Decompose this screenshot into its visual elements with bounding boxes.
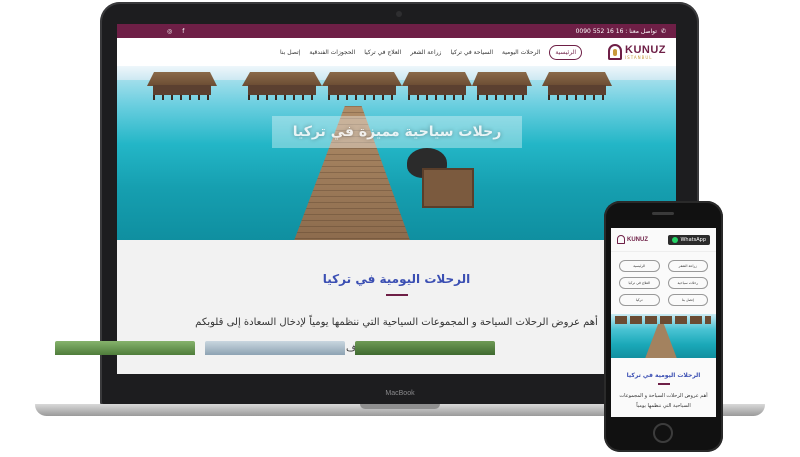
hero-title: رحلات سياحية مميزة في تركيا <box>272 116 522 148</box>
whatsapp-button[interactable]: WhatsApp <box>668 234 710 245</box>
bungalow <box>322 72 402 100</box>
phone-home-button[interactable] <box>653 423 673 443</box>
nav-item-contact[interactable]: إتصل بنا <box>280 49 300 56</box>
nav-item-daily-trips[interactable]: الرحلات اليومية <box>502 49 540 56</box>
phone-section-text: أهم عروض الرحلات السياحة و المجموعات الس… <box>619 392 708 409</box>
nav-item-hair-transplant[interactable]: زراعة الشعر <box>410 49 441 56</box>
section-title: الرحلات اليومية في تركيا <box>322 272 471 286</box>
whatsapp-icon[interactable]: ✆ <box>661 28 666 35</box>
nav-item-tourism[interactable]: السياحة في تركيا <box>450 49 493 56</box>
bungalow <box>542 72 612 100</box>
phone-menu-item[interactable]: رحلات سياحية <box>667 277 708 289</box>
bungalow <box>472 72 532 100</box>
phone-menu: زراعة الشعر الرئيسية رحلات سياحية العلاج… <box>611 252 716 314</box>
whatsapp-icon <box>672 236 679 243</box>
device-mockup-scene: ◎ f تواصل معنا : 16 16 552 0090 ✆ الرئيس… <box>0 0 800 457</box>
phone-speaker <box>652 212 674 215</box>
trip-card[interactable] <box>55 341 195 355</box>
logo-sub-text: ISTANBUL <box>625 54 653 60</box>
phone-section-title: الرحلات اليومية في تركيا <box>626 372 701 379</box>
trip-cards <box>55 341 495 355</box>
title-underline <box>657 383 670 385</box>
logo-main-text: KUNUZ <box>625 43 666 56</box>
site-logo[interactable]: KUNUZ ISTANBUL <box>608 44 666 60</box>
facebook-icon[interactable]: f <box>182 28 184 35</box>
bungalow <box>402 72 472 100</box>
phone-menu-item[interactable]: إتصل بنا <box>667 294 708 306</box>
main-nav: الرئيسية الرحلات اليومية السياحة في تركي… <box>117 38 676 66</box>
laptop-screen: ◎ f تواصل معنا : 16 16 552 0090 ✆ الرئيس… <box>117 24 676 374</box>
nav-item-hotels[interactable]: الحجوزات الفندقية <box>309 49 355 56</box>
trip-card[interactable] <box>355 341 495 355</box>
phone-section: الرحلات اليومية في تركيا أهم عروض الرحلا… <box>611 358 716 411</box>
logo-mark-icon <box>608 44 622 60</box>
contact-info: تواصل معنا : 16 16 552 0090 ✆ <box>576 28 666 35</box>
bungalow <box>147 72 217 100</box>
social-links: ◎ f <box>167 28 184 35</box>
top-bar: ◎ f تواصل معنا : 16 16 552 0090 ✆ <box>117 24 676 38</box>
title-underline <box>385 294 408 296</box>
phone-screen: KUNUZ WhatsApp زراعة الشعر الرئيسية رحلا… <box>611 228 716 417</box>
phone-menu-item[interactable]: تركيا <box>619 294 660 306</box>
phone-logo[interactable]: KUNUZ <box>617 235 648 244</box>
contact-text[interactable]: تواصل معنا : 16 16 552 0090 <box>576 28 657 35</box>
wooden-bench <box>422 168 474 208</box>
laptop-notch <box>360 404 440 409</box>
logo-mark-icon <box>617 235 625 244</box>
nav-menu: الرئيسية الرحلات اليومية السياحة في تركي… <box>280 44 582 60</box>
trip-card[interactable] <box>205 341 345 355</box>
phone-menu-item[interactable]: زراعة الشعر <box>667 260 708 272</box>
hero-banner: رحلات سياحية مميزة في تركيا <box>117 66 676 240</box>
phone-logo-text: KUNUZ <box>627 236 648 243</box>
macbook-label: MacBook <box>385 390 415 397</box>
phone-menu-item[interactable]: العلاج في تركيا <box>619 277 660 289</box>
bungalow <box>242 72 322 100</box>
nav-item-treatment[interactable]: العلاج في تركيا <box>364 49 401 56</box>
phone-header: KUNUZ WhatsApp <box>611 228 716 252</box>
phone-menu-item[interactable]: الرئيسية <box>619 260 660 272</box>
whatsapp-label: WhatsApp <box>680 236 706 243</box>
laptop-camera <box>396 11 402 17</box>
wooden-pier <box>643 324 679 358</box>
bungalows <box>615 316 711 324</box>
phone-hero <box>611 314 716 358</box>
nav-item-home[interactable]: الرئيسية <box>549 44 582 60</box>
instagram-icon[interactable]: ◎ <box>167 28 172 35</box>
